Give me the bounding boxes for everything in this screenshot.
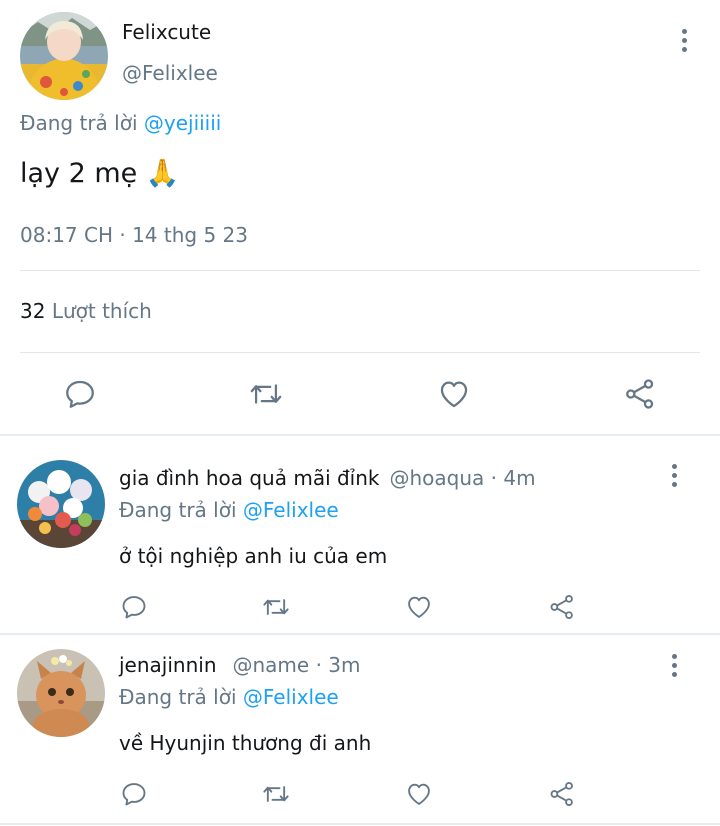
- main-tweet-display-name[interactable]: Felixcute: [122, 20, 211, 44]
- more-dot-icon: [671, 671, 677, 677]
- reply-display-name[interactable]: gia đình hoa quả mãi đỉnk: [119, 466, 380, 490]
- reply-header: jenajinnin @name · 3m: [119, 653, 361, 677]
- reply-handle[interactable]: @hoaqua: [390, 466, 485, 490]
- like-button[interactable]: [401, 777, 437, 811]
- reply-more-button[interactable]: [662, 650, 686, 680]
- section-separator: [0, 823, 720, 825]
- main-tweet-timestamp[interactable]: 08:17 CH · 14 thg 5 23: [20, 223, 248, 247]
- like-icon: [440, 381, 468, 408]
- reply-avatar[interactable]: [17, 649, 105, 737]
- reply-time[interactable]: 3m: [328, 653, 360, 677]
- like-button[interactable]: [401, 590, 437, 624]
- retweet-button[interactable]: [244, 374, 288, 414]
- retweet-button[interactable]: [258, 590, 294, 624]
- more-dot-icon: [681, 37, 687, 43]
- more-dot-icon: [681, 28, 687, 34]
- main-tweet-more-button[interactable]: [672, 25, 696, 55]
- share-button[interactable]: [544, 590, 580, 624]
- retweet-icon: [263, 786, 289, 802]
- reply-icon: [66, 380, 94, 408]
- reply-text: ở tội nghiệp anh iu của em: [119, 544, 388, 568]
- reply-time[interactable]: 4m: [503, 466, 535, 490]
- more-dot-icon: [671, 481, 677, 487]
- reply-handle[interactable]: @name: [233, 653, 310, 677]
- like-button[interactable]: [432, 374, 476, 414]
- reply-mention-link[interactable]: @Felixlee: [243, 498, 339, 522]
- likes-label: Lượt thích: [51, 299, 152, 323]
- share-icon: [550, 594, 573, 620]
- share-icon: [550, 781, 573, 807]
- retweet-button[interactable]: [258, 777, 294, 811]
- retweet-icon: [250, 384, 282, 404]
- reply-tweet: jenajinnin @name · 3m Đang trả lời @Felix…: [0, 635, 720, 826]
- like-icon: [408, 783, 430, 805]
- more-dot-icon: [671, 653, 677, 659]
- main-tweet: Felixcute @Felixlee Đang trả lời @yejiii…: [0, 0, 720, 434]
- reply-prefix: Đang trả lời: [20, 111, 138, 135]
- reply-avatar[interactable]: [17, 460, 105, 548]
- share-button[interactable]: [544, 777, 580, 811]
- reply-display-name[interactable]: jenajinnin: [119, 653, 217, 677]
- reply-reply-line: Đang trả lời @Felixlee: [119, 498, 339, 522]
- divider: [20, 352, 700, 353]
- reply-button[interactable]: [116, 590, 152, 624]
- share-button[interactable]: [618, 374, 662, 414]
- more-dot-icon: [681, 46, 687, 52]
- main-tweet-reply-line: Đang trả lời @yejiiiii: [20, 111, 221, 135]
- reply-button[interactable]: [116, 777, 152, 811]
- reply-text: về Hyunjin thương đi anh: [119, 731, 372, 755]
- likes-count: 32: [20, 299, 46, 323]
- more-dot-icon: [671, 472, 677, 478]
- main-tweet-text: lạy 2 mẹ 🙏: [20, 158, 180, 189]
- main-tweet-handle[interactable]: @Felixlee: [122, 61, 218, 85]
- divider: [20, 270, 700, 271]
- main-tweet-avatar[interactable]: [20, 12, 108, 100]
- like-icon: [408, 596, 430, 618]
- reply-reply-line: Đang trả lời @Felixlee: [119, 685, 339, 709]
- reply-icon: [122, 596, 146, 619]
- retweet-icon: [263, 599, 289, 615]
- more-dot-icon: [671, 463, 677, 469]
- reply-time-separator: ·: [309, 653, 329, 677]
- reply-time-separator: ·: [484, 466, 504, 490]
- reply-prefix: Đang trả lời: [119, 498, 237, 522]
- likes-count-link[interactable]: 32 Lượt thích: [20, 299, 152, 323]
- reply-prefix: Đang trả lời: [119, 685, 237, 709]
- more-dot-icon: [671, 662, 677, 668]
- share-icon: [626, 379, 654, 409]
- reply-mention-link[interactable]: @yejiiiii: [144, 111, 221, 135]
- reply-tweet: gia đình hoa quả mãi đỉnk @hoaqua · 4m Đa…: [0, 436, 720, 633]
- reply-button[interactable]: [58, 374, 102, 414]
- reply-icon: [122, 783, 146, 806]
- reply-more-button[interactable]: [662, 460, 686, 490]
- reply-header: gia đình hoa quả mãi đỉnk @hoaqua · 4m: [119, 466, 536, 490]
- reply-mention-link[interactable]: @Felixlee: [243, 685, 339, 709]
